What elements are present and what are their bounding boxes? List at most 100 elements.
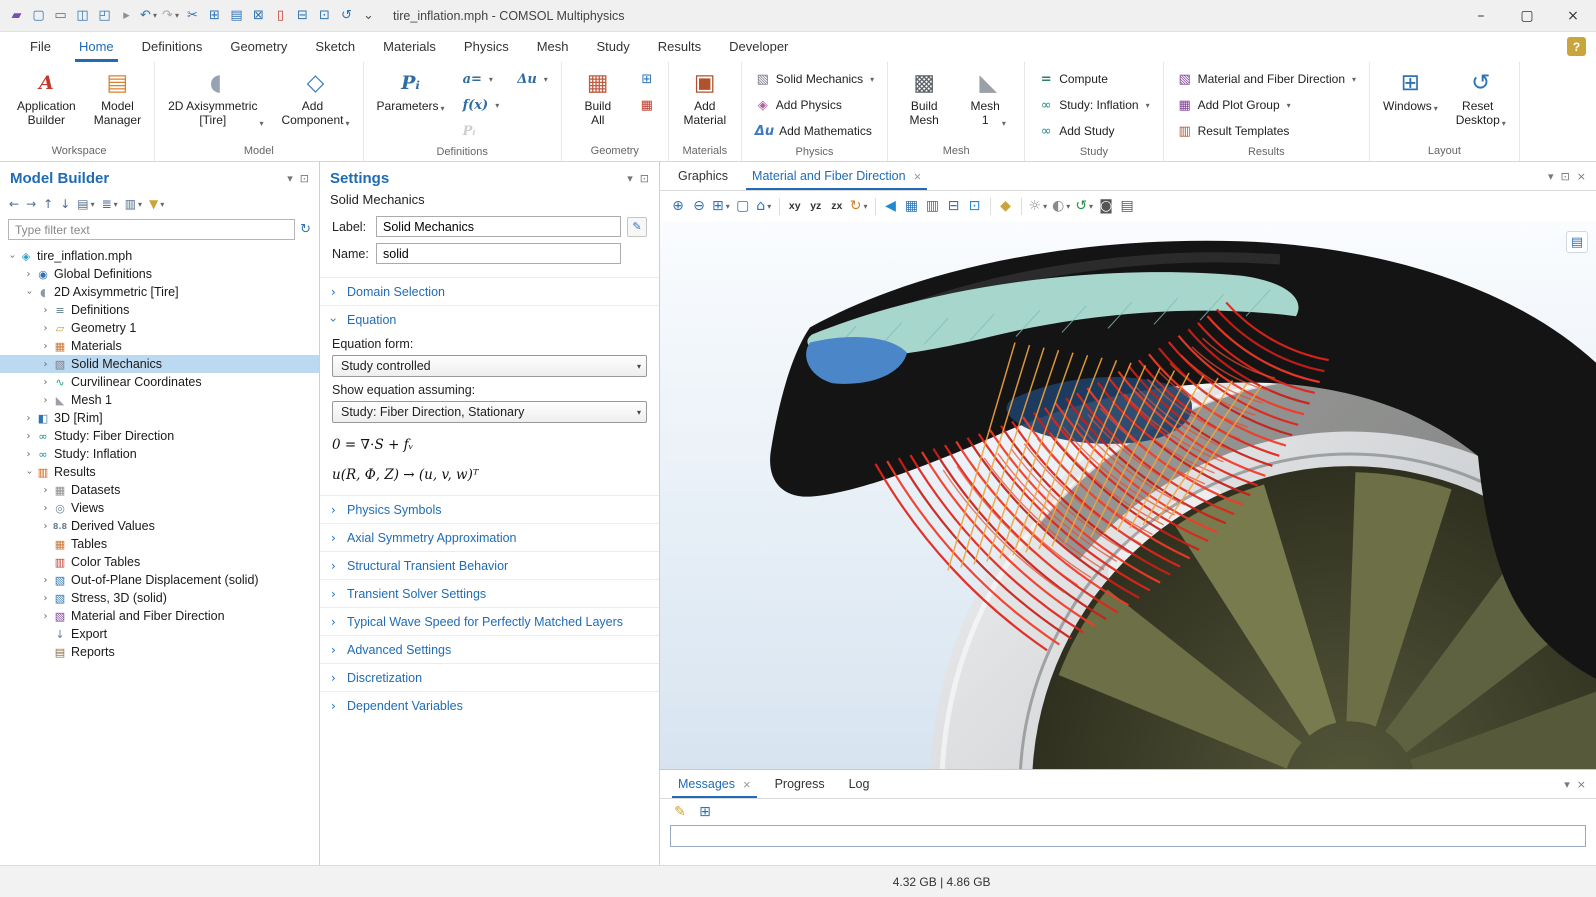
model-manager-button[interactable]: ▤Model Manager	[89, 66, 146, 130]
tree-expand-arrow[interactable]: ›	[40, 305, 51, 316]
reset-rotation-button[interactable]: ↻▾	[848, 194, 870, 218]
menu-tab-study[interactable]: Study	[583, 32, 644, 62]
scene-light-button[interactable]: ☼▾	[1027, 194, 1050, 218]
node-3d-rim[interactable]: ›◧3D [Rim]	[0, 409, 319, 427]
node-label-options-button[interactable]: ≣▾	[99, 195, 121, 213]
menu-tab-home[interactable]: Home	[65, 32, 128, 62]
parameter-case-button[interactable]: Pᵢ	[458, 119, 505, 143]
section-transient-solver-settings[interactable]: ›Transient Solver Settings	[320, 579, 659, 607]
menu-tab-mesh[interactable]: Mesh	[523, 32, 583, 62]
duplicate-button[interactable]: ⊠	[248, 4, 269, 28]
play-animation-button[interactable]: ◀	[881, 194, 901, 218]
study-inflation-button[interactable]: ∞Study: Inflation▾	[1033, 93, 1154, 117]
result-templates-button[interactable]: ▥Result Templates	[1172, 119, 1361, 143]
float-panel-icon[interactable]: ⊡	[300, 172, 309, 185]
close-panel-icon[interactable]: ×	[1577, 170, 1586, 183]
view-zx-button[interactable]: zx	[827, 194, 847, 218]
close-tab-icon[interactable]: ×	[914, 169, 922, 184]
application-builder-button[interactable]: AApplication Builder	[12, 66, 81, 130]
equation-form-select[interactable]: Study controlled ▾	[332, 355, 647, 377]
open-file-button[interactable]: ▭	[50, 4, 71, 28]
menu-tab-results[interactable]: Results	[644, 32, 715, 62]
node-color-tables[interactable]: ▥Color Tables	[0, 553, 319, 571]
build-all-button[interactable]: ▦Build All	[570, 66, 626, 130]
add-material-button[interactable]: ▣Add Material	[677, 66, 733, 130]
customize-quick-access-button[interactable]: ⌄	[358, 4, 379, 28]
collapse-panel-icon[interactable]: ▾	[1564, 778, 1570, 791]
menu-tab-developer[interactable]: Developer	[715, 32, 802, 62]
move-up-button[interactable]: ↑	[40, 195, 56, 213]
node-views[interactable]: ›◎Views	[0, 499, 319, 517]
reset-history-button[interactable]: ↺	[336, 4, 357, 28]
collapse-panel-icon[interactable]: ▾	[1548, 170, 1554, 183]
section-physics-symbols[interactable]: ›Physics Symbols	[320, 495, 659, 523]
menu-tab-definitions[interactable]: Definitions	[128, 32, 217, 62]
section-axial-symmetry-approximation[interactable]: ›Axial Symmetry Approximation	[320, 523, 659, 551]
tree-expand-arrow[interactable]: ›	[40, 575, 51, 586]
float-panel-icon[interactable]: ⊡	[1561, 170, 1570, 183]
table-view-button[interactable]: ⊡	[314, 4, 335, 28]
settings-form-button[interactable]: ⊟	[292, 4, 313, 28]
tree-expand-arrow[interactable]: ›	[6, 251, 17, 262]
name-input[interactable]	[376, 243, 621, 264]
menu-tab-materials[interactable]: Materials	[369, 32, 450, 62]
plot-in-table-button[interactable]: ▥	[923, 194, 943, 218]
compact-history-button[interactable]: ◰	[94, 4, 115, 28]
add-plot-group-button[interactable]: ▦Add Plot Group▾	[1172, 93, 1361, 117]
comsol-app-button[interactable]: ▰	[6, 4, 27, 28]
refresh-filter-button[interactable]: ↻	[300, 222, 311, 237]
float-panel-icon[interactable]: ⊡	[640, 172, 649, 185]
environment-button[interactable]: ◐▾	[1050, 194, 1072, 218]
show-equation-select[interactable]: Study: Fiber Direction, Stationary ▾	[332, 401, 647, 423]
mesh-1-button[interactable]: ◣Mesh 1▾	[960, 66, 1016, 130]
tree-expand-arrow[interactable]: ›	[40, 593, 51, 604]
model-tree-options-button[interactable]: ▥▾	[122, 195, 145, 213]
tree-expand-arrow[interactable]: ›	[23, 467, 34, 478]
maximize-button[interactable]: ▢	[1504, 0, 1550, 32]
delete-sequence-button[interactable]: ▦	[634, 93, 660, 117]
zoom-out-button[interactable]: ⊖	[689, 194, 709, 218]
export-plot-button[interactable]: ⊟	[944, 194, 964, 218]
node-global-definitions[interactable]: ›◉Global Definitions	[0, 265, 319, 283]
collapse-panel-icon[interactable]: ▾	[627, 172, 633, 185]
section-dependent-variables[interactable]: ›Dependent Variables	[320, 691, 659, 719]
messages-input[interactable]	[670, 825, 1586, 847]
save-button[interactable]: ◫	[72, 4, 93, 28]
zoom-in-button[interactable]: ⊕	[668, 194, 688, 218]
node-material-and-fiber-direction[interactable]: ›▧Material and Fiber Direction	[0, 607, 319, 625]
section-typical-wave-speed-for-perfectly-matched-layers[interactable]: ›Typical Wave Speed for Perfectly Matche…	[320, 607, 659, 635]
reset-desktop-button[interactable]: ↺Reset Desktop▾	[1451, 66, 1511, 130]
node-2d-axisymmetric[interactable]: ›◖2D Axisymmetric [Tire]	[0, 283, 319, 301]
print-button[interactable]: ▤	[1117, 194, 1137, 218]
add-study-button[interactable]: ∞Add Study	[1033, 119, 1154, 143]
node-out-of-plane-displacement[interactable]: ›▧Out-of-Plane Displacement (solid)	[0, 571, 319, 589]
tree-expand-arrow[interactable]: ›	[23, 269, 34, 280]
run-button[interactable]: ▸	[116, 4, 137, 28]
cut-button[interactable]: ✂	[182, 4, 203, 28]
tree-expand-arrow[interactable]: ›	[23, 449, 34, 460]
graphics-canvas[interactable]: ▤	[660, 221, 1596, 769]
snapshot-camera-button[interactable]: ◙	[1096, 194, 1116, 218]
section-equation[interactable]: ›Equation	[320, 305, 659, 333]
windows-button[interactable]: ⊞Windows▾	[1378, 66, 1443, 115]
node-study-fiber-direction[interactable]: ›∞Study: Fiber Direction	[0, 427, 319, 445]
physics-interface-button[interactable]: ▧Solid Mechanics▾	[750, 67, 879, 91]
node-datasets[interactable]: ›▦Datasets	[0, 481, 319, 499]
go-to-default-view-button[interactable]: ⌂▾	[754, 194, 774, 218]
undo-button[interactable]: ↶▾	[138, 4, 159, 28]
graphics-tab-material-and-fiber-direction[interactable]: Material and Fiber Direction×	[740, 162, 933, 190]
show-sections-button[interactable]: ▤▾	[74, 195, 97, 213]
add-physics-button[interactable]: ◈Add Physics	[750, 93, 879, 117]
build-mesh-button[interactable]: ▩Build Mesh	[896, 66, 952, 130]
node-results[interactable]: ›▥Results	[0, 463, 319, 481]
node-study-inflation[interactable]: ›∞Study: Inflation	[0, 445, 319, 463]
minimize-button[interactable]: –	[1458, 0, 1504, 32]
add-component-button[interactable]: ◇Add Component▾	[276, 66, 354, 130]
parameters-button[interactable]: PᵢParameters▾	[372, 66, 450, 115]
node-geometry-1[interactable]: ›▱Geometry 1	[0, 319, 319, 337]
tree-expand-arrow[interactable]: ›	[40, 395, 51, 406]
tree-expand-arrow[interactable]: ›	[23, 287, 34, 298]
back-button[interactable]: ←	[6, 195, 22, 213]
node-derived-values[interactable]: ›8.8Derived Values	[0, 517, 319, 535]
help-button[interactable]: ?	[1567, 37, 1586, 56]
